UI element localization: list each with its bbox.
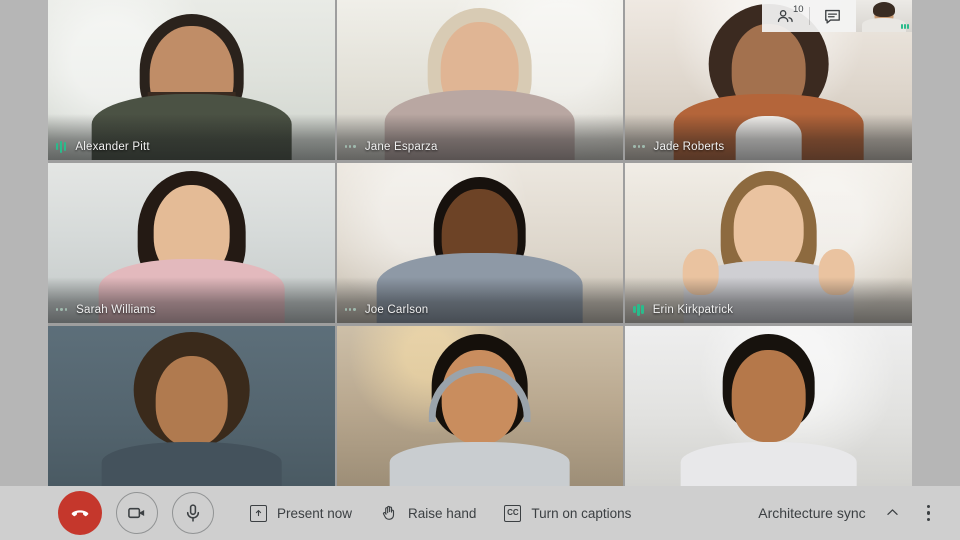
participant-name-row: Alexander Pitt <box>56 140 150 153</box>
self-view-audio-icon <box>901 24 909 29</box>
audio-level-icon <box>56 140 67 153</box>
audio-muted-icon <box>344 303 356 316</box>
participant-video-figure <box>625 326 912 486</box>
captions-button[interactable]: CC Turn on captions <box>504 504 632 522</box>
participant-tile[interactable] <box>625 326 912 486</box>
present-now-button[interactable]: Present now <box>250 504 353 522</box>
participant-tile[interactable]: Alexander Pitt <box>48 0 335 160</box>
hangup-icon <box>71 510 89 517</box>
raise-hand-label: Raise hand <box>408 505 477 521</box>
top-overlay-controls: 10 <box>762 0 912 32</box>
participant-tile[interactable] <box>336 326 624 486</box>
camera-icon <box>128 507 145 519</box>
participant-count-badge: 10 <box>793 4 804 15</box>
participant-name: Jane Esparza <box>364 140 438 153</box>
participant-video-figure <box>48 0 335 160</box>
participant-name-row: Joe Carlson <box>344 303 429 316</box>
audio-level-icon <box>633 303 644 316</box>
raise-hand-button[interactable]: Raise hand <box>380 504 476 522</box>
participant-video-figure <box>337 326 624 486</box>
audio-muted-icon <box>344 140 356 153</box>
end-call-button[interactable] <box>58 491 102 535</box>
chat-button[interactable] <box>809 0 856 32</box>
participant-grid: Alexander Pitt Jane Esparza Jade Roberts… <box>48 0 912 486</box>
participant-tile[interactable]: Joe Carlson <box>336 163 624 323</box>
participant-name: Sarah Williams <box>76 303 156 316</box>
participant-name: Joe Carlson <box>364 303 429 316</box>
participant-name: Erin Kirkpatrick <box>652 303 734 316</box>
captions-label: Turn on captions <box>531 505 632 521</box>
captions-icon: CC <box>504 504 522 522</box>
audio-muted-icon <box>56 303 68 316</box>
participant-name: Jade Roberts <box>653 140 725 153</box>
participant-name-row: Erin Kirkpatrick <box>633 303 733 316</box>
participant-video-figure <box>337 0 624 160</box>
participant-video-figure <box>625 163 912 323</box>
chevron-up-icon[interactable] <box>884 504 901 521</box>
participant-tile[interactable]: Sarah Williams <box>48 163 335 323</box>
participant-name-row: Sarah Williams <box>56 303 156 316</box>
more-options-button[interactable] <box>919 499 938 527</box>
meeting-title: Architecture sync <box>758 504 866 521</box>
audio-muted-icon <box>633 140 645 153</box>
participant-tile[interactable]: Jane Esparza <box>336 0 624 160</box>
participant-name-row: Jade Roberts <box>633 140 724 153</box>
meeting-toolbar: Present now Raise hand CC Turn on captio… <box>0 486 960 540</box>
camera-toggle-button[interactable] <box>116 492 158 534</box>
participants-button[interactable]: 10 <box>762 0 809 32</box>
raise-hand-icon <box>382 505 395 520</box>
microphone-toggle-button[interactable] <box>172 492 214 534</box>
chat-icon <box>825 9 840 24</box>
participant-video-figure <box>48 326 335 486</box>
participant-video-figure <box>337 163 624 323</box>
participant-name: Alexander Pitt <box>75 140 150 153</box>
toolbar-left-group <box>0 491 214 535</box>
self-view-thumbnail[interactable] <box>856 0 912 32</box>
microphone-icon <box>186 504 200 522</box>
participant-tile[interactable]: Erin Kirkpatrick <box>625 163 912 323</box>
participant-name-row: Jane Esparza <box>344 140 438 153</box>
participant-video-figure <box>48 163 335 323</box>
participant-tile[interactable] <box>48 326 335 486</box>
toolbar-right-group: Architecture sync <box>758 499 960 527</box>
present-icon <box>250 504 267 522</box>
meeting-stage: Alexander Pitt Jane Esparza Jade Roberts… <box>0 0 960 540</box>
toolbar-action-group: Present now Raise hand CC Turn on captio… <box>250 504 631 522</box>
present-now-label: Present now <box>277 505 353 521</box>
